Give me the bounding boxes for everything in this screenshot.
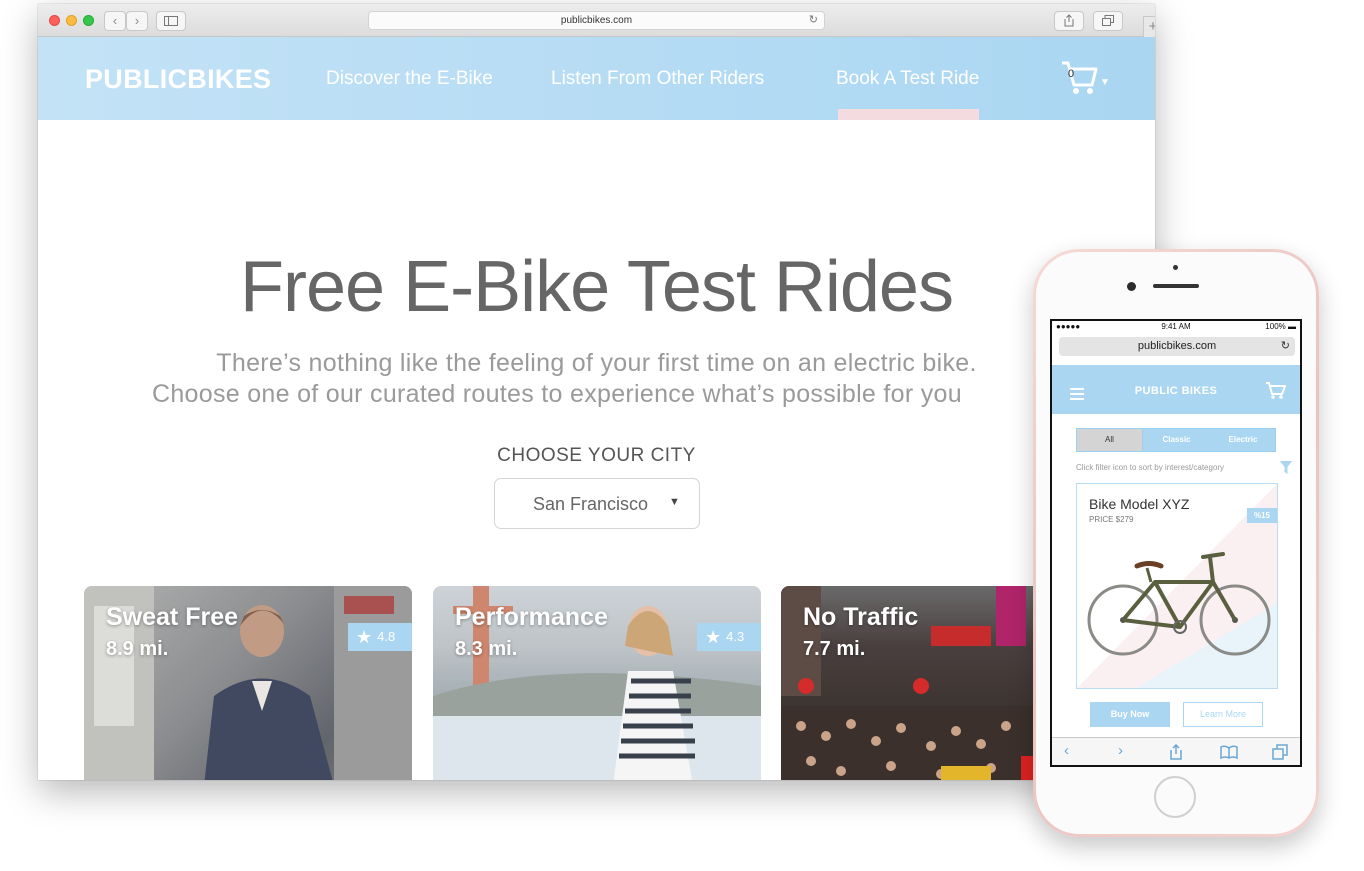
tab-all[interactable]: All	[1077, 429, 1143, 451]
share-icon[interactable]	[1169, 744, 1183, 760]
route-card-sweat-free[interactable]: Sweat Free 8.9 mi. ★ 4.8	[84, 586, 412, 780]
nav-discover-ebike[interactable]: Discover the E-Bike	[326, 68, 493, 90]
cart-icon[interactable]	[1060, 57, 1100, 97]
route-distance: 7.7 mi.	[803, 638, 866, 660]
cart-count: 0	[1068, 68, 1075, 80]
close-window-button[interactable]	[49, 15, 60, 26]
product-name: Bike Model XYZ	[1089, 496, 1190, 512]
rating-value: 4.8	[377, 629, 396, 644]
route-card-no-traffic[interactable]: No Traffic 7.7 mi.	[781, 586, 1041, 780]
nav-book-test-ride[interactable]: Book A Test Ride	[836, 68, 979, 90]
bike-image	[1087, 552, 1271, 656]
minimize-window-button[interactable]	[66, 15, 77, 26]
mobile-address-bar[interactable]: publicbikes.com ↻	[1059, 337, 1295, 356]
star-icon: ★	[705, 627, 722, 647]
site-header: PUBLICBIKES Discover the E-Bike Listen F…	[38, 37, 1155, 120]
hero-title: Free E-Bike Test Rides	[240, 247, 954, 327]
city-select[interactable]: San Francisco ▼	[494, 478, 700, 529]
mobile-site-title: PUBLIC BIKES	[1134, 385, 1218, 397]
reload-icon[interactable]: ↻	[1281, 337, 1290, 356]
filter-hint: Click filter icon to sort by interest/ca…	[1076, 463, 1225, 472]
back-icon[interactable]: ‹	[104, 11, 126, 31]
hero-subtitle-line2: Choose one of our curated routes to expe…	[152, 380, 962, 408]
status-time: 9:41 AM	[1161, 322, 1191, 331]
discount-badge: %15	[1247, 508, 1277, 523]
category-tabs: All Classic Electric	[1076, 428, 1276, 452]
new-tab-button[interactable]: +	[1143, 16, 1155, 38]
browser-window: ‹ › publicbikes.com ↻ + PUBLICBIKES Disc…	[38, 4, 1155, 780]
tabs-icon[interactable]	[1272, 744, 1288, 760]
earpiece-speaker	[1153, 284, 1199, 288]
tabs-overview-icon[interactable]	[1093, 11, 1123, 31]
rating-value: 4.3	[726, 629, 745, 644]
phone-screen: ●●●●● 9:41 AM 100% ▬ publicbikes.com ↻ P…	[1050, 319, 1302, 767]
sidebar-icon[interactable]	[156, 11, 186, 31]
route-card-performance[interactable]: Performance 8.3 mi. ★ 4.3	[433, 586, 761, 780]
mobile-url: publicbikes.com	[1137, 340, 1217, 352]
product-price: PRICE $279	[1089, 515, 1134, 524]
route-distance: 8.9 mi.	[106, 638, 169, 660]
forward-icon[interactable]: ›	[1118, 742, 1123, 759]
product-card[interactable]: Bike Model XYZ PRICE $279 %15	[1076, 483, 1278, 689]
mobile-header: PUBLIC BIKES	[1052, 365, 1300, 414]
tab-electric[interactable]: Electric	[1210, 429, 1276, 451]
forward-icon[interactable]: ›	[126, 11, 148, 31]
status-bar: ●●●●● 9:41 AM 100% ▬	[1052, 321, 1300, 333]
battery-indicator: 100% ▬	[1265, 322, 1296, 331]
reload-icon[interactable]: ↻	[809, 12, 818, 29]
buy-now-button[interactable]: Buy Now	[1090, 702, 1170, 727]
chevron-down-icon: ▼	[669, 496, 680, 508]
learn-more-button[interactable]: Learn More	[1183, 702, 1263, 727]
route-distance: 8.3 mi.	[455, 638, 518, 660]
address-bar-url: publicbikes.com	[560, 15, 633, 26]
rating-badge: ★ 4.8	[348, 623, 412, 651]
home-button[interactable]	[1154, 776, 1196, 818]
city-label: CHOOSE YOUR CITY	[497, 445, 696, 466]
route-title: No Traffic	[803, 603, 919, 631]
route-title: Performance	[455, 603, 608, 631]
cart-dropdown-icon[interactable]: ▼	[1100, 77, 1110, 88]
front-camera	[1127, 282, 1136, 291]
nav-listen-riders[interactable]: Listen From Other Riders	[551, 68, 764, 90]
rating-badge: ★ 4.3	[697, 623, 761, 651]
share-icon[interactable]	[1054, 11, 1084, 31]
city-select-value: San Francisco	[533, 494, 649, 514]
zoom-window-button[interactable]	[83, 15, 94, 26]
browser-toolbar: ‹ › publicbikes.com ↻ +	[38, 4, 1155, 38]
mobile-browser-toolbar: ‹ ›	[1052, 737, 1300, 765]
address-bar[interactable]: publicbikes.com ↻	[368, 11, 825, 30]
cart-icon[interactable]	[1265, 380, 1287, 400]
back-icon[interactable]: ‹	[1064, 742, 1069, 759]
bookmarks-icon[interactable]	[1220, 745, 1238, 759]
site-logo[interactable]: PUBLICBIKES	[85, 64, 271, 95]
proximity-sensor	[1173, 265, 1178, 270]
active-nav-indicator	[838, 109, 979, 120]
tab-classic[interactable]: Classic	[1143, 429, 1210, 451]
route-title: Sweat Free	[106, 603, 239, 631]
star-icon: ★	[356, 627, 373, 647]
filter-icon[interactable]	[1280, 461, 1292, 475]
hero-subtitle-line1: There’s nothing like the feeling of your…	[216, 349, 977, 377]
